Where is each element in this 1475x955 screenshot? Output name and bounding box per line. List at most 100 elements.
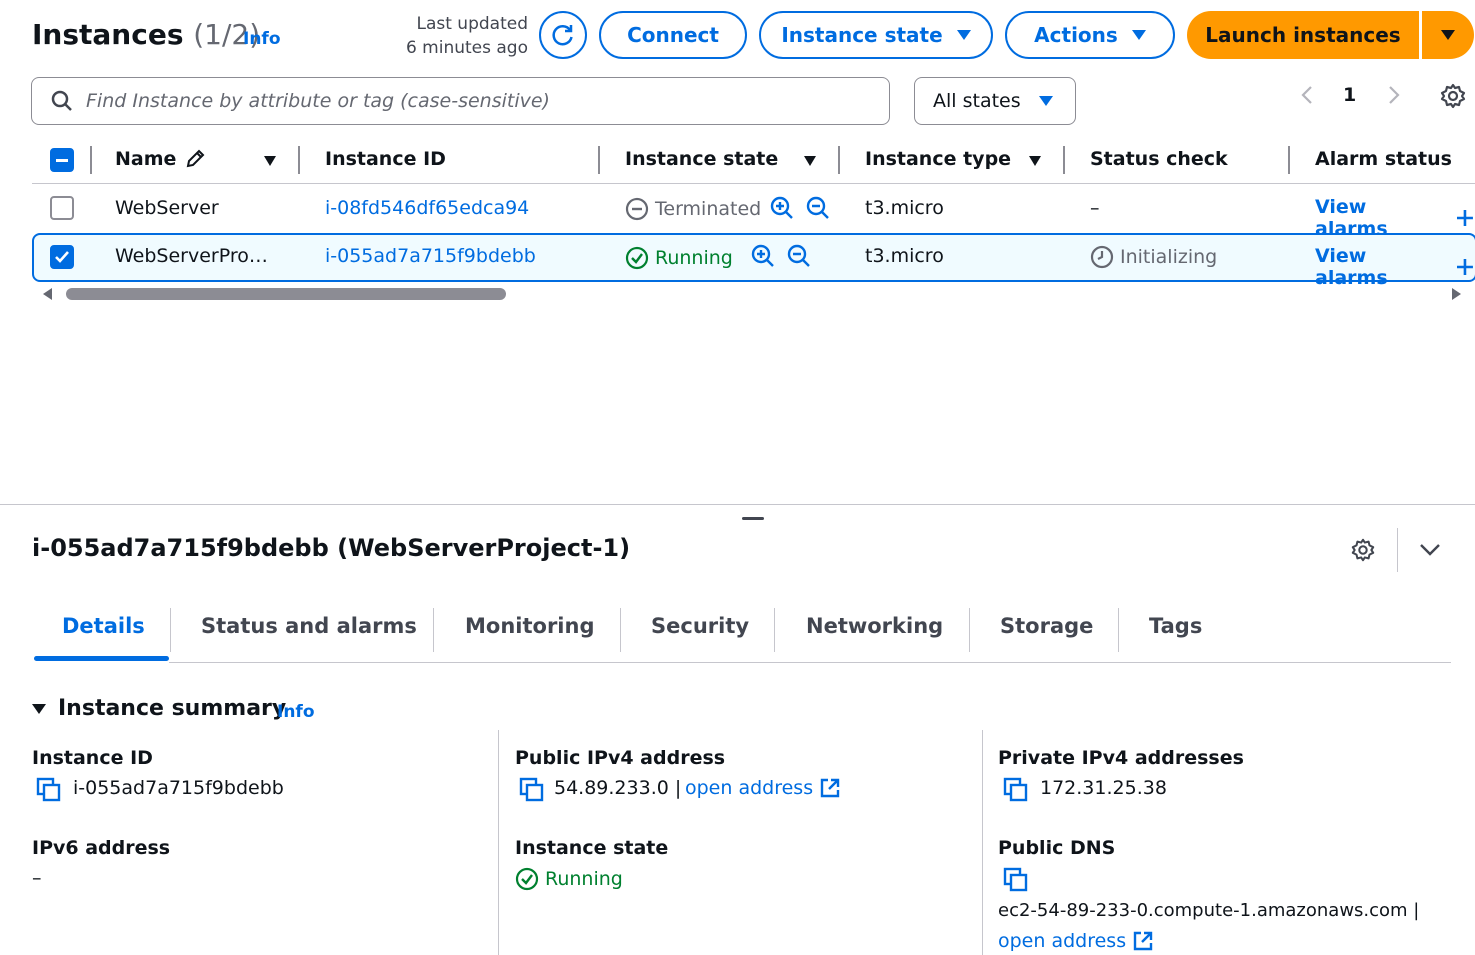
launch-dropdown-button[interactable]: [1420, 11, 1474, 59]
ipv6-label: IPv6 address: [32, 837, 171, 859]
column-divider: [1063, 146, 1065, 174]
refresh-button[interactable]: [539, 11, 587, 59]
row-name: WebServer: [115, 197, 219, 219]
caret-down-icon: [1441, 30, 1455, 40]
plus-icon: [1457, 259, 1474, 275]
instance-id-label: Instance ID: [32, 747, 153, 769]
zoom-in-icon[interactable]: [770, 196, 794, 220]
public-dns-open-link[interactable]: open address: [998, 930, 1154, 952]
connect-button[interactable]: Connect: [599, 11, 747, 59]
stopped-status-icon: [625, 197, 649, 221]
connect-label: Connect: [627, 23, 719, 47]
prev-page-button[interactable]: [1297, 84, 1319, 106]
view-alarms-link[interactable]: View alarms: [1315, 245, 1475, 289]
sort-caret-icon[interactable]: [804, 156, 816, 166]
instance-state-button[interactable]: Instance state: [759, 11, 993, 59]
open-address-link[interactable]: open address: [685, 777, 841, 799]
search-icon: [51, 90, 72, 111]
horizontal-scrollbar-thumb[interactable]: [66, 288, 506, 300]
row-instance-id-link[interactable]: i-055ad7a715f9bdebb: [325, 245, 536, 267]
section-toggle[interactable]: Instance summary: [32, 696, 286, 721]
instance-state-detail-text: Running: [545, 868, 623, 890]
actions-label: Actions: [1034, 23, 1118, 47]
instance-state-detail-value: Running: [515, 867, 623, 891]
column-header-instance-id[interactable]: Instance ID: [325, 148, 446, 170]
summary-divider: [982, 730, 983, 955]
scroll-right-arrow[interactable]: [1452, 288, 1461, 300]
tab-tags[interactable]: Tags: [1149, 614, 1202, 638]
zoom-out-icon[interactable]: [806, 196, 830, 220]
next-page-button[interactable]: [1382, 84, 1404, 106]
page-title: Instances (1/2): [32, 18, 260, 51]
column-header-instance-state[interactable]: Instance state: [625, 148, 778, 170]
copy-icon[interactable]: [519, 777, 545, 803]
column-header-status-check[interactable]: Status check: [1090, 148, 1228, 170]
section-title: Instance summary: [58, 696, 287, 721]
tab-divider: [170, 608, 171, 652]
column-divider: [598, 146, 600, 174]
actions-button[interactable]: Actions: [1005, 11, 1175, 59]
search-placeholder: Find Instance by attribute or tag (case-…: [86, 90, 550, 112]
panel-divider: [1397, 528, 1398, 572]
row-instance-id-link[interactable]: i-08fd546df65edca94: [325, 197, 529, 219]
row-state: Running: [625, 246, 733, 270]
instance-state-detail-label: Instance state: [515, 837, 669, 859]
tab-security[interactable]: Security: [651, 614, 749, 638]
split-panel-handle[interactable]: [742, 517, 764, 520]
tab-status-and-alarms[interactable]: Status and alarms: [201, 614, 417, 638]
select-all-checkbox[interactable]: [50, 148, 74, 172]
scroll-left-arrow[interactable]: [43, 288, 52, 300]
column-header-name[interactable]: Name: [115, 148, 206, 170]
tab-monitoring[interactable]: Monitoring: [465, 614, 594, 638]
tab-storage[interactable]: Storage: [1000, 614, 1093, 638]
sort-caret-icon[interactable]: [264, 156, 276, 166]
sort-caret-icon[interactable]: [1029, 156, 1041, 166]
tab-divider: [1118, 608, 1119, 652]
launch-instances-button[interactable]: Launch instances: [1187, 11, 1419, 59]
column-divider: [298, 146, 300, 174]
chevron-down-icon: [1420, 544, 1440, 556]
tab-divider: [774, 608, 775, 652]
clock-icon: [1090, 245, 1114, 269]
public-dns-label: Public DNS: [998, 837, 1116, 859]
open-address-label: open address: [685, 777, 814, 799]
row-checkbox[interactable]: [50, 245, 74, 269]
column-header-instance-type[interactable]: Instance type: [865, 148, 1011, 170]
info-link[interactable]: Info: [243, 29, 281, 49]
detail-title: i-055ad7a715f9bdebb (WebServerProject-1): [32, 534, 631, 562]
row-status-check: Initializing: [1090, 245, 1217, 269]
column-header-alarm-status[interactable]: Alarm status: [1315, 148, 1452, 170]
row-status-check: –: [1090, 197, 1100, 219]
section-info-link[interactable]: Info: [277, 702, 315, 722]
gear-icon: [1351, 538, 1375, 562]
row-instance-type: t3.micro: [865, 245, 944, 267]
row-checkbox[interactable]: [50, 196, 74, 220]
zoom-in-icon[interactable]: [751, 244, 775, 268]
zoom-out-icon[interactable]: [787, 244, 811, 268]
instance-id-value: i-055ad7a715f9bdebb: [73, 777, 284, 799]
last-updated-label: Last updated: [416, 14, 528, 34]
tab-divider: [433, 608, 434, 652]
launch-instances-label: Launch instances: [1205, 23, 1401, 47]
state-filter-select[interactable]: All states: [914, 77, 1076, 125]
copy-icon[interactable]: [36, 777, 62, 803]
ipv6-value: –: [32, 867, 42, 889]
external-link-icon: [820, 778, 840, 798]
last-updated: Last updated 6 minutes ago: [400, 12, 528, 60]
chevron-left-icon: [1301, 86, 1312, 104]
copy-icon[interactable]: [1003, 777, 1029, 803]
panel-settings-button[interactable]: [1350, 537, 1376, 563]
tab-details[interactable]: Details: [62, 614, 145, 638]
row-name: WebServerPro…: [115, 245, 268, 267]
copy-icon[interactable]: [1003, 867, 1029, 893]
collapse-panel-button[interactable]: [1418, 540, 1442, 560]
table-settings-button[interactable]: [1439, 82, 1467, 110]
instance-state-label: Instance state: [781, 23, 943, 47]
page-number[interactable]: 1: [1343, 84, 1356, 106]
row-state-label: Terminated: [655, 198, 762, 220]
search-box[interactable]: Find Instance by attribute or tag (case-…: [31, 77, 890, 125]
private-ipv4-value: 172.31.25.38: [1040, 777, 1167, 799]
state-filter-value: All states: [933, 90, 1021, 112]
gear-icon: [1440, 83, 1466, 109]
tab-networking[interactable]: Networking: [806, 614, 943, 638]
